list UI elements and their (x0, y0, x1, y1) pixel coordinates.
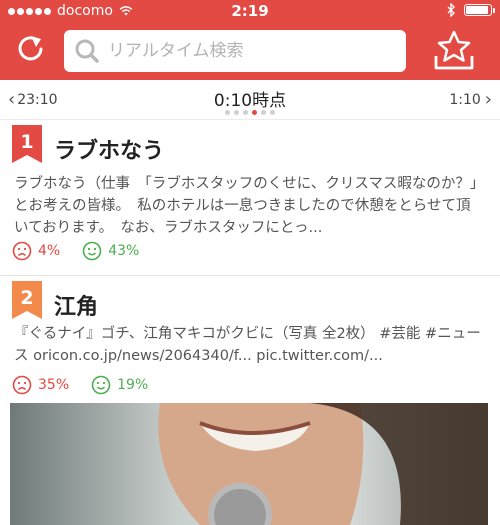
status-bar: docomo 2:19 (0, 0, 500, 22)
page-dot (261, 110, 266, 115)
rank-ribbon-icon: 2 (12, 281, 42, 319)
reaction-row: 4% 43% (12, 241, 161, 261)
smile-face-icon (91, 375, 111, 395)
negative-reaction: 35% (12, 375, 69, 395)
refresh-button[interactable] (14, 32, 48, 66)
chevron-right-icon: › (484, 89, 492, 110)
trend-item[interactable]: 2 江角 『ぐるナイ』ゴチ、江角マキコがクビに（写真 全2枚） #芸能 #ニュー… (0, 277, 500, 525)
time-navigation: ‹ 23:10 0:10時点 1:10 › (0, 80, 500, 120)
rank-ribbon-icon: 1 (12, 125, 42, 163)
bluetooth-icon (447, 3, 455, 17)
next-time-button[interactable]: 1:10 › (449, 89, 492, 110)
person-photo-image (10, 403, 488, 525)
page-dot-active (252, 110, 257, 115)
smile-face-icon (82, 241, 102, 261)
page-indicator (0, 110, 500, 115)
next-time-label: 1:10 (449, 92, 481, 108)
negative-percent: 4% (38, 243, 61, 259)
page-dot (270, 110, 275, 115)
favorites-star-button[interactable] (432, 28, 476, 72)
search-input[interactable] (108, 41, 388, 61)
trend-title: ラブホなう (54, 139, 165, 164)
page-dot (225, 110, 230, 115)
negative-reaction: 4% (12, 241, 60, 261)
current-time-title: 0:10時点 (213, 91, 287, 111)
rank-number: 1 (20, 131, 33, 153)
trend-body: ラブホなう（仕事 「ラブホスタッフのくせに、クリスマス暇なのか？」とお考えの皆様… (14, 176, 478, 236)
positive-reaction: 19% (91, 375, 148, 395)
app-header: docomo 2:19 (0, 0, 500, 80)
search-icon (75, 39, 99, 63)
reaction-row: 35% 19% (12, 375, 170, 395)
search-bar[interactable] (64, 30, 406, 72)
sad-face-icon (12, 241, 32, 261)
negative-percent: 35% (38, 377, 70, 393)
trend-title: 江角 (54, 295, 99, 320)
battery-icon (464, 4, 495, 16)
positive-percent: 19% (117, 377, 149, 393)
news-photo[interactable] (10, 403, 488, 525)
positive-reaction: 43% (82, 241, 139, 261)
status-right (447, 3, 495, 17)
trend-body: 『ぐるナイ』ゴチ、江角マキコがクビに（写真 全2枚） #芸能 #ニュース ori… (14, 326, 481, 364)
trend-item[interactable]: 1 ラブホなう ラブホなう（仕事 「ラブホスタッフのくせに、クリスマス暇なのか？… (0, 121, 500, 276)
rank-number: 2 (20, 287, 33, 309)
positive-percent: 43% (108, 243, 140, 259)
status-clock: 2:19 (231, 2, 269, 20)
page-dot (243, 110, 248, 115)
sad-face-icon (12, 375, 32, 395)
page-dot (234, 110, 239, 115)
